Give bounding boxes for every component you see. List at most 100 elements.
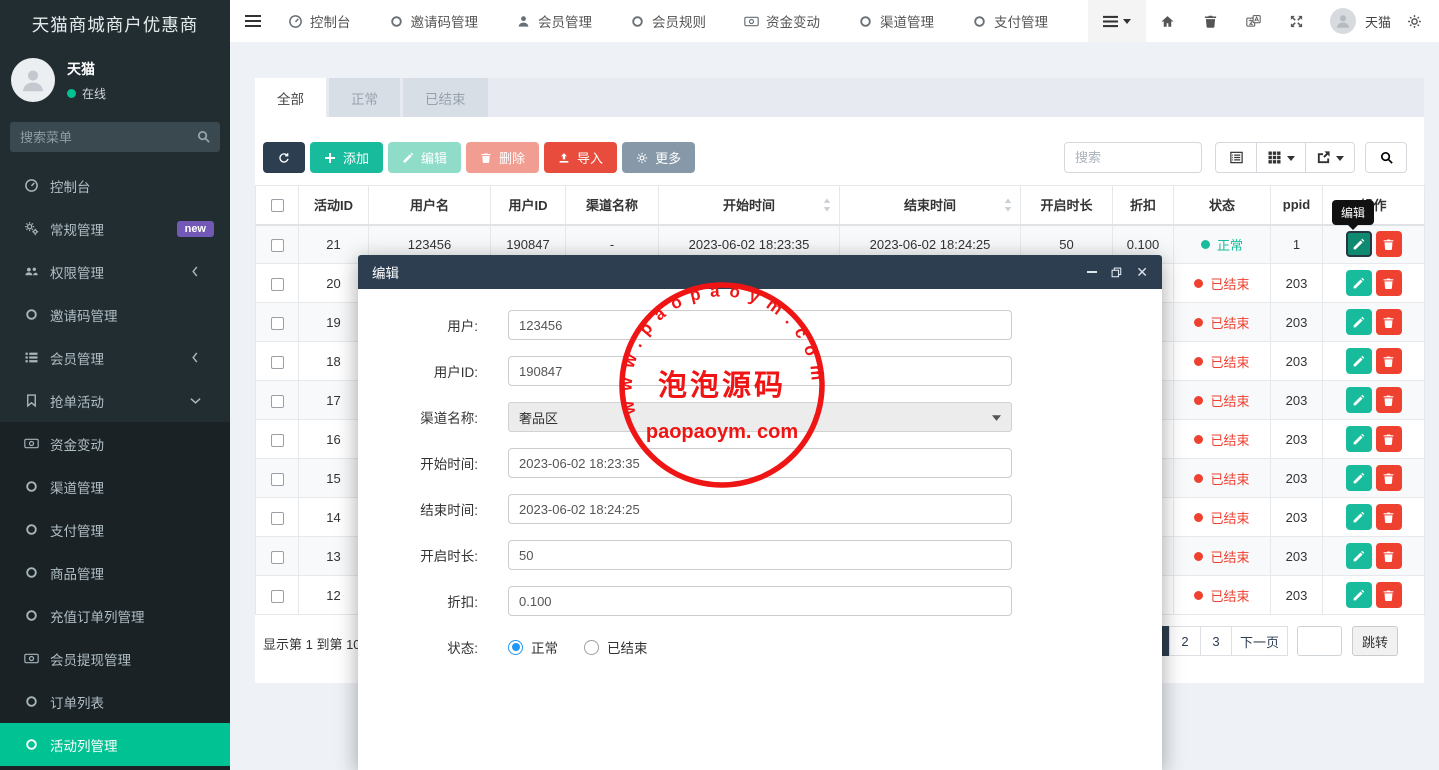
nav-item-member[interactable]: 会员管理 [516, 11, 592, 31]
page-button[interactable]: 2 [1169, 626, 1201, 656]
sidebar-item-general[interactable]: 常规管理new [0, 207, 230, 250]
more-button[interactable]: 更多 [622, 142, 695, 173]
sidebar-item-grab-activity[interactable]: 抢单活动 [0, 379, 230, 422]
sidebar-item-invite-code[interactable]: 邀请码管理 [0, 293, 230, 336]
close-icon[interactable]: ✕ [1136, 265, 1148, 279]
export-button[interactable] [1306, 142, 1355, 173]
row-edit-button[interactable] [1346, 309, 1372, 335]
row-checkbox[interactable] [271, 512, 284, 525]
navbar-username[interactable]: 天猫 [1365, 12, 1391, 31]
row-checkbox[interactable] [271, 356, 284, 369]
trash-icon[interactable] [1189, 14, 1232, 29]
row-delete-button[interactable] [1376, 504, 1402, 530]
row-edit-button[interactable] [1346, 270, 1372, 296]
row-checkbox[interactable] [271, 434, 284, 447]
nav-item-invite-code[interactable]: 邀请码管理 [389, 11, 479, 31]
import-button[interactable]: 导入 [544, 142, 617, 173]
nav-item-dashboard[interactable]: 控制台 [288, 11, 351, 31]
page-button[interactable]: 下一页 [1231, 626, 1288, 656]
row-checkbox[interactable] [271, 239, 284, 252]
detail-view-button[interactable] [1215, 142, 1257, 173]
end-time-input[interactable] [508, 494, 1012, 524]
sidebar-item-permission[interactable]: 权限管理 [0, 250, 230, 293]
search-button[interactable] [1365, 142, 1407, 173]
sidebar-subitem-withdraw[interactable]: 会员提现管理 [0, 637, 230, 680]
jump-page-input[interactable] [1297, 626, 1342, 656]
channel-select[interactable]: 奢品区 [508, 402, 1012, 432]
row-checkbox[interactable] [271, 395, 284, 408]
delete-button[interactable]: 删除 [466, 142, 539, 173]
nav-item-member-rules[interactable]: 会员规则 [630, 11, 706, 31]
row-checkbox[interactable] [271, 590, 284, 603]
nav-item-funds[interactable]: 资金变动 [744, 11, 820, 31]
row-delete-button[interactable] [1376, 387, 1402, 413]
sidebar-subitem-payment[interactable]: 支付管理 [0, 508, 230, 551]
minimize-icon[interactable] [1087, 271, 1097, 273]
sidebar-subitem-order-list[interactable]: 订单列表 [0, 680, 230, 723]
row-edit-button[interactable] [1346, 504, 1372, 530]
status-radio-0[interactable]: 正常 [508, 637, 558, 657]
edit-button[interactable]: 编辑 [388, 142, 461, 173]
row-checkbox[interactable] [271, 317, 284, 330]
tab-0[interactable]: 全部 [255, 78, 326, 117]
row-delete-button[interactable] [1376, 348, 1402, 374]
status-radio-1[interactable]: 已结束 [584, 637, 648, 657]
row-delete-button[interactable] [1376, 582, 1402, 608]
row-delete-button[interactable] [1376, 465, 1402, 491]
columns-button[interactable] [1257, 142, 1306, 173]
user-id-input[interactable] [508, 356, 1012, 386]
tab-1[interactable]: 正常 [329, 78, 400, 117]
hamburger-icon[interactable] [230, 14, 276, 28]
jump-button[interactable]: 跳转 [1352, 626, 1398, 656]
row-delete-button[interactable] [1376, 231, 1402, 257]
user-input[interactable] [508, 310, 1012, 340]
nav-item-payment[interactable]: 支付管理 [972, 11, 1048, 31]
navbar-avatar[interactable] [1330, 8, 1356, 34]
row-delete-button[interactable] [1376, 426, 1402, 452]
refresh-button[interactable] [263, 142, 305, 173]
sort-icon[interactable] [823, 198, 831, 211]
table-search-input[interactable] [1064, 142, 1202, 173]
fullscreen-icon[interactable] [1275, 14, 1318, 29]
nav-item-channel[interactable]: 渠道管理 [858, 11, 934, 31]
row-edit-button[interactable] [1346, 543, 1372, 569]
row-edit-button[interactable] [1346, 465, 1372, 491]
page-button[interactable]: 3 [1200, 626, 1232, 656]
add-button[interactable]: 添加 [310, 142, 383, 173]
menu-dropdown-button[interactable] [1088, 0, 1146, 42]
row-delete-button[interactable] [1376, 309, 1402, 335]
sidebar-subitem-channel[interactable]: 渠道管理 [0, 465, 230, 508]
row-edit-button[interactable] [1346, 348, 1372, 374]
sidebar-item-member[interactable]: 会员管理 [0, 336, 230, 379]
duration-input[interactable] [508, 540, 1012, 570]
tab-2[interactable]: 已结束 [403, 78, 488, 117]
translate-icon[interactable] [1232, 14, 1275, 29]
modal-header[interactable]: 编辑 ✕ [358, 255, 1162, 289]
circle-icon [22, 737, 40, 752]
row-checkbox[interactable] [271, 473, 284, 486]
gear-icon[interactable] [1407, 14, 1439, 29]
home-icon[interactable] [1146, 14, 1189, 29]
row-edit-button[interactable] [1346, 231, 1372, 257]
sidebar-search-input[interactable] [10, 122, 220, 152]
maximize-icon[interactable] [1111, 267, 1122, 278]
sidebar-subitem-activity-list[interactable]: 活动列管理 [0, 723, 230, 766]
row-delete-button[interactable] [1376, 543, 1402, 569]
row-checkbox[interactable] [271, 278, 284, 291]
sidebar-item-dashboard[interactable]: 控制台 [0, 164, 230, 207]
start-time-input[interactable] [508, 448, 1012, 478]
row-delete-button[interactable] [1376, 270, 1402, 296]
row-edit-button[interactable] [1346, 426, 1372, 452]
row-edit-button[interactable] [1346, 582, 1372, 608]
col-header[interactable]: 结束时间 [840, 186, 1021, 225]
select-all-checkbox[interactable] [271, 199, 284, 212]
col-header[interactable]: 开始时间 [659, 186, 840, 225]
discount-input[interactable] [508, 586, 1012, 616]
row-edit-button[interactable] [1346, 387, 1372, 413]
row-checkbox[interactable] [271, 551, 284, 564]
sidebar-subitem-recharge-orders[interactable]: 充值订单列管理 [0, 594, 230, 637]
sidebar-subitem-goods[interactable]: 商品管理 [0, 551, 230, 594]
sort-icon[interactable] [1004, 198, 1012, 211]
sidebar-subitem-funds[interactable]: 资金变动 [0, 422, 230, 465]
search-icon[interactable] [196, 129, 211, 144]
